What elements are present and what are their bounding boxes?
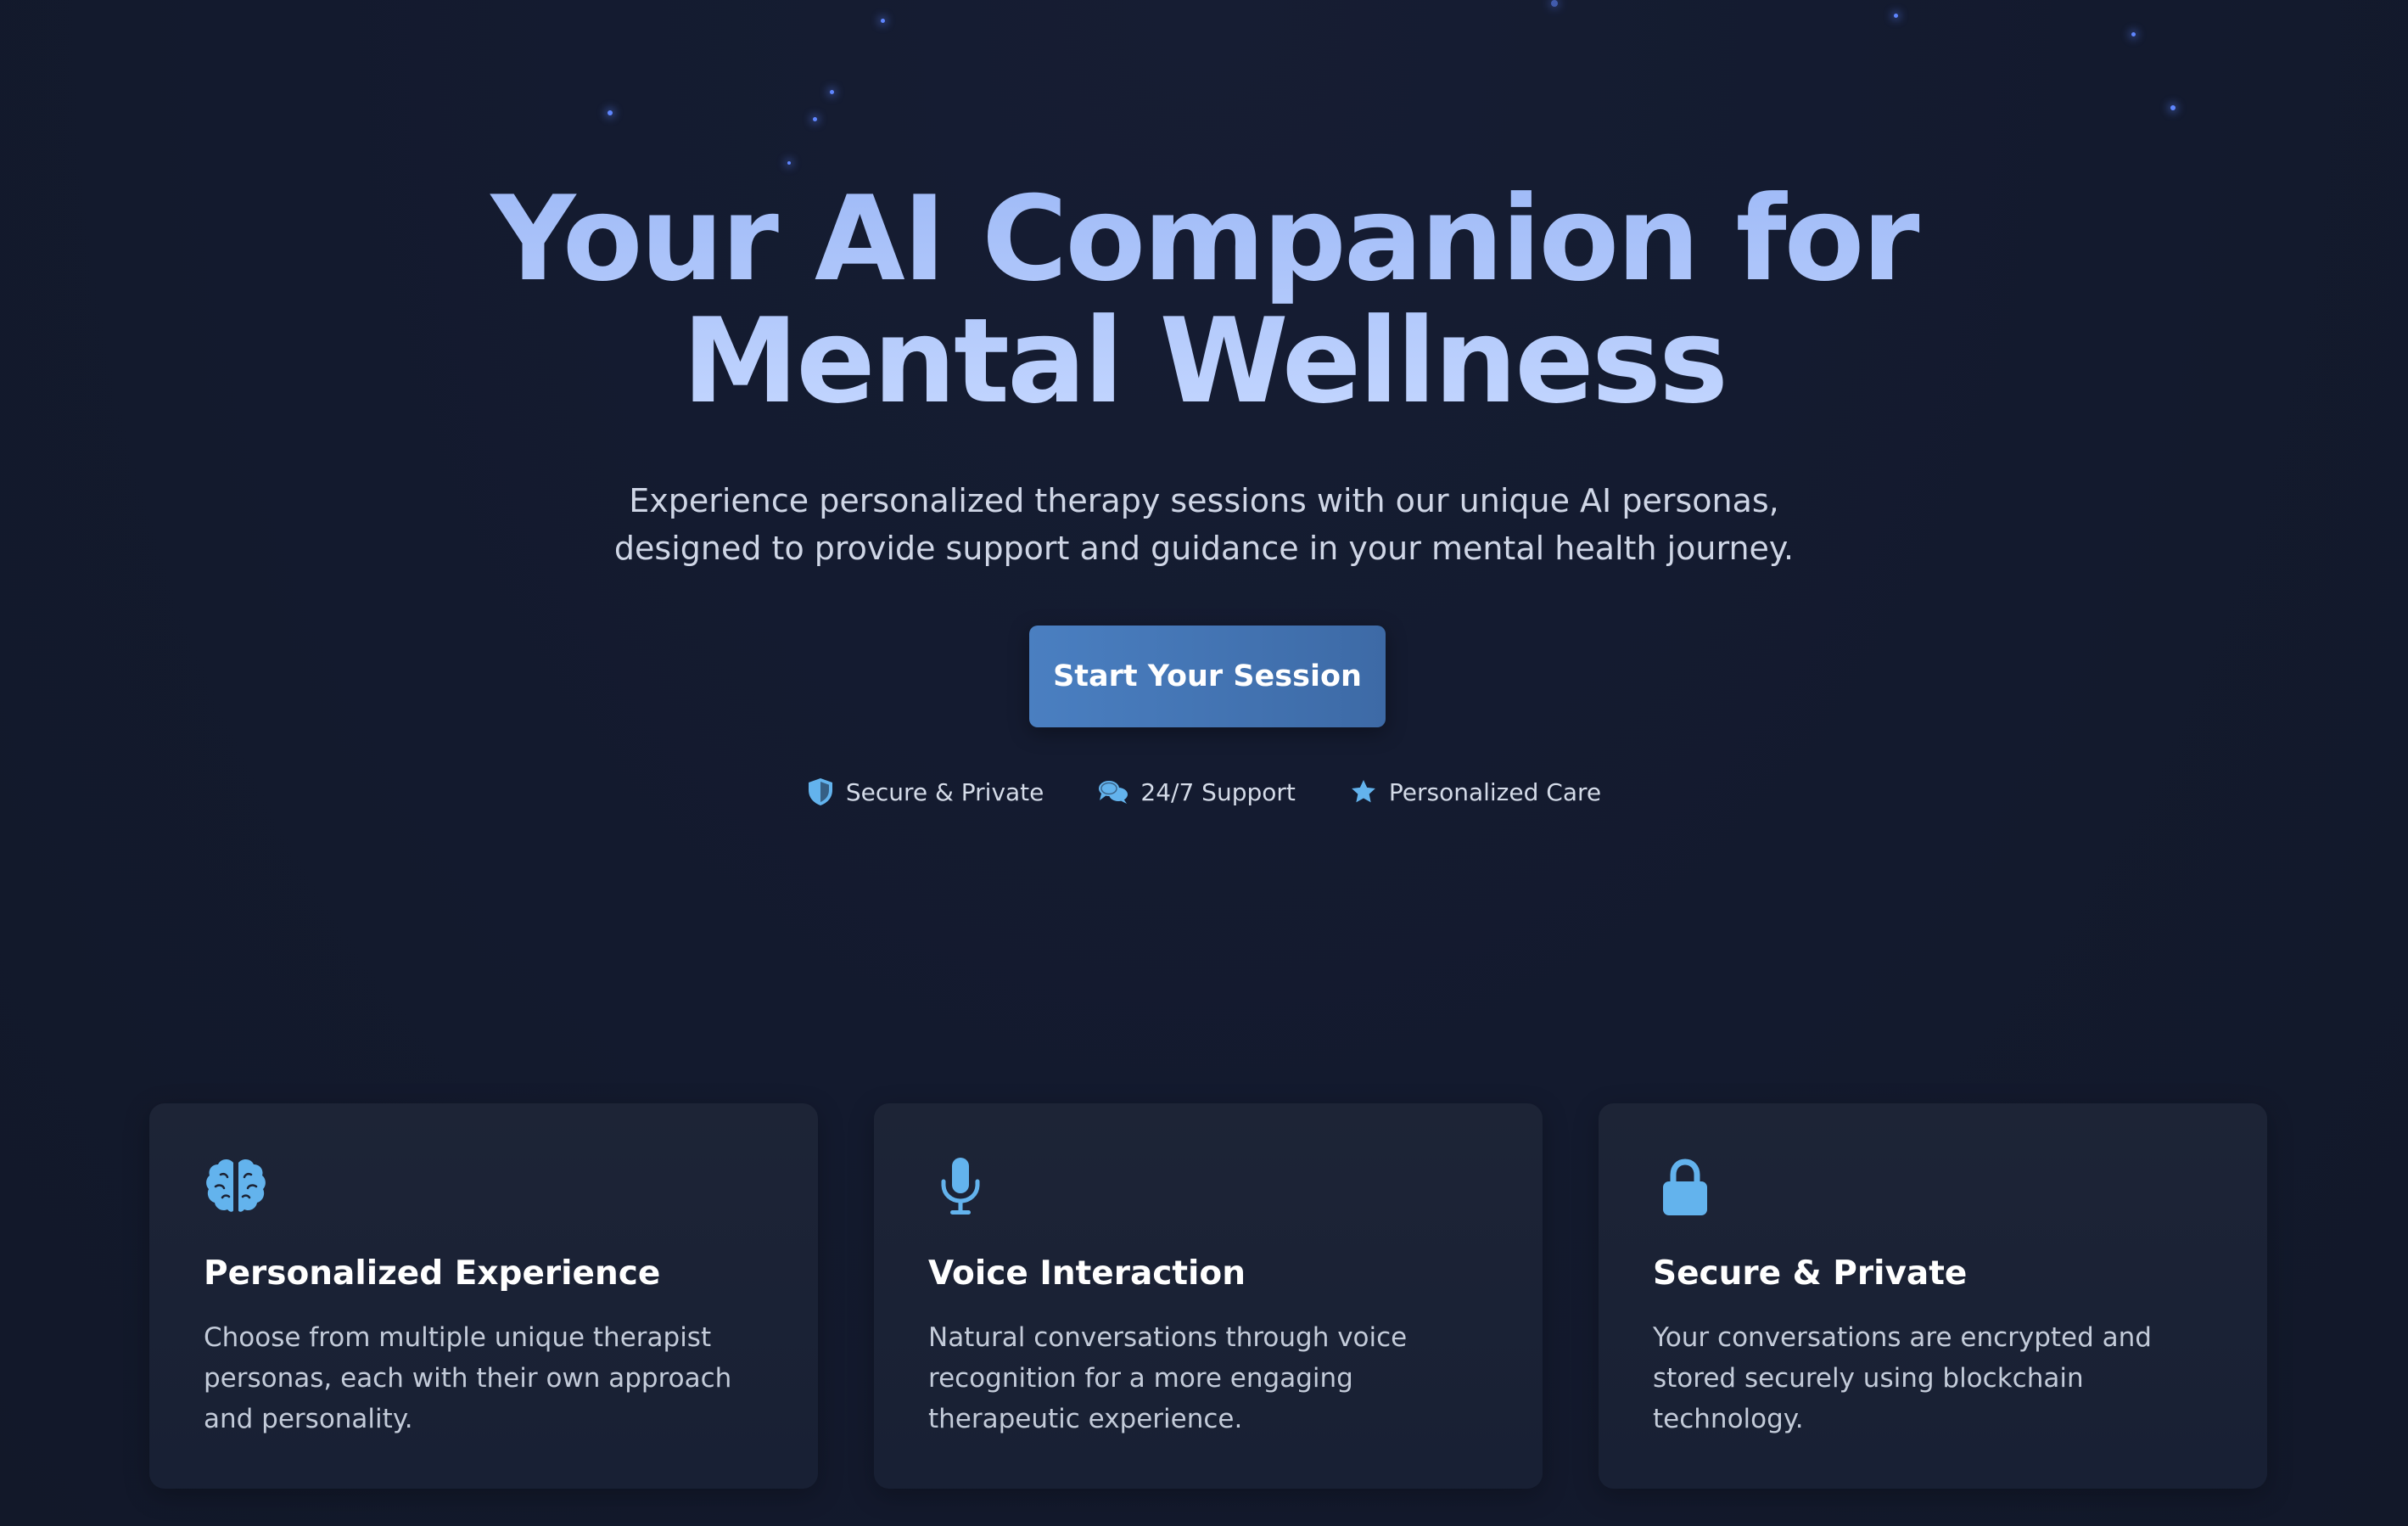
card-title: Voice Interaction bbox=[928, 1254, 1246, 1293]
lock-icon bbox=[1663, 1159, 1707, 1215]
feature-card-secure: Secure & Private Your conversations are … bbox=[1599, 1103, 2267, 1489]
hero-subtitle-line-1: Experience personalized therapy sessions… bbox=[629, 482, 1779, 519]
background-star bbox=[608, 110, 613, 115]
feature-highlights: Secure & Private 24/7 Support Personaliz… bbox=[0, 777, 2408, 806]
background-star bbox=[1551, 0, 1558, 7]
background-star bbox=[2131, 32, 2136, 36]
chat-bubbles-icon bbox=[1099, 781, 1128, 804]
card-title: Personalized Experience bbox=[204, 1254, 661, 1293]
feature-support: 24/7 Support bbox=[1098, 777, 1296, 806]
feature-card-personalized: Personalized Experience Choose from mult… bbox=[149, 1103, 818, 1489]
card-title: Secure & Private bbox=[1653, 1254, 1968, 1293]
landing-page: Your AI Companion for Mental Wellness Ex… bbox=[0, 0, 2408, 1526]
hero-title-line-1: Your AI Companion for bbox=[490, 171, 1918, 307]
hero-title-line-2: Mental Wellness bbox=[681, 293, 1727, 429]
card-description: Choose from multiple unique therapist pe… bbox=[204, 1322, 732, 1434]
background-star bbox=[830, 90, 834, 94]
feature-cards: Personalized Experience Choose from mult… bbox=[149, 1103, 2267, 1489]
feature-label: Secure & Private bbox=[845, 777, 1044, 806]
hero-subtitle-line-2: designed to provide support and guidance… bbox=[613, 530, 1795, 567]
shield-icon bbox=[808, 778, 832, 805]
brain-icon bbox=[206, 1159, 266, 1212]
card-description: Your conversations are encrypted and sto… bbox=[1653, 1322, 2152, 1434]
background-star bbox=[1894, 14, 1898, 18]
feature-label: Personalized Care bbox=[1388, 777, 1602, 806]
feature-secure: Secure & Private bbox=[807, 777, 1044, 806]
star-icon bbox=[1351, 780, 1375, 803]
hero-title: Your AI Companion for Mental Wellness bbox=[0, 178, 2408, 423]
background-star bbox=[787, 161, 791, 165]
start-session-button[interactable]: Start Your Session bbox=[1029, 626, 1386, 727]
background-star bbox=[2170, 105, 2176, 110]
hero-subtitle: Experience personalized therapy sessions… bbox=[0, 477, 2408, 572]
feature-card-voice: Voice Interaction Natural conversations … bbox=[874, 1103, 1543, 1489]
background-star bbox=[881, 19, 885, 23]
feature-label: 24/7 Support bbox=[1140, 777, 1296, 806]
background-star bbox=[813, 117, 817, 121]
microphone-icon bbox=[941, 1158, 980, 1215]
feature-personalized: Personalized Care bbox=[1350, 777, 1601, 806]
card-description: Natural conversations through voice reco… bbox=[928, 1322, 1408, 1434]
